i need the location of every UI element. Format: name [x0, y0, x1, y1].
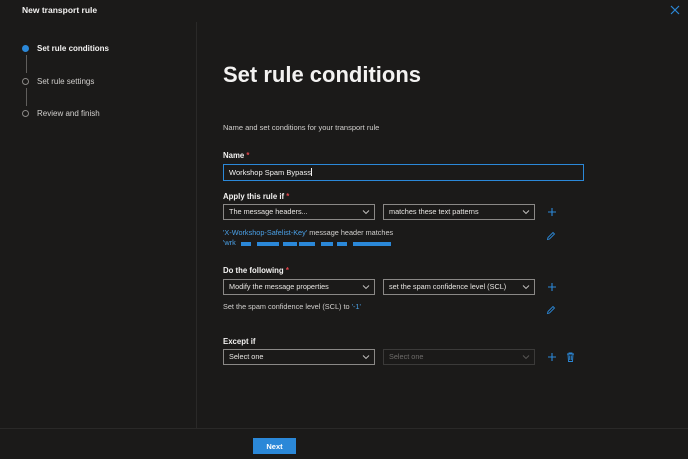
step-label: Review and finish	[37, 109, 100, 118]
condition-description: 'X-Workshop-Safelist-Key' message header…	[223, 228, 394, 237]
chevron-down-icon	[522, 285, 530, 290]
action-detail-value: set the spam confidence level (SCL)	[389, 282, 507, 291]
required-mark: *	[285, 266, 289, 275]
text-cursor	[310, 168, 312, 176]
sidebar-divider	[196, 22, 197, 428]
step-indicator-icon	[22, 78, 29, 85]
condition-select[interactable]: The message headers...	[223, 204, 375, 220]
step-connector	[26, 88, 27, 106]
footer-divider	[0, 428, 688, 429]
window-title: New transport rule	[22, 5, 98, 15]
chevron-down-icon	[362, 285, 370, 290]
action-description: Set the spam confidence level (SCL) to '…	[223, 302, 361, 311]
step-label: Set rule conditions	[37, 44, 110, 53]
header-name-link[interactable]: 'X-Workshop-Safelist-Key'	[223, 228, 307, 237]
chevron-down-icon	[522, 355, 530, 360]
scl-value-link[interactable]: '-1'	[352, 302, 361, 311]
name-label: Name *	[223, 151, 250, 160]
step-label: Set rule settings	[37, 77, 95, 86]
next-button[interactable]: Next	[253, 438, 296, 454]
page-title: Set rule conditions	[223, 62, 422, 87]
trash-icon[interactable]	[566, 352, 575, 362]
exception-select-value: Select one	[229, 352, 264, 361]
edit-condition-icon[interactable]	[546, 231, 556, 241]
exception-detail-select: Select one	[383, 349, 535, 365]
redacted-pattern	[241, 242, 391, 246]
rule-name-input[interactable]: Workshop Spam Bypass	[223, 164, 584, 181]
chevron-down-icon	[522, 210, 530, 215]
add-action-plus-icon[interactable]	[547, 282, 557, 292]
required-mark: *	[246, 151, 250, 160]
action-detail-select[interactable]: set the spam confidence level (SCL)	[383, 279, 535, 295]
do-following-label: Do the following *	[223, 266, 289, 275]
close-icon[interactable]	[668, 3, 682, 17]
condition-operator-select[interactable]: matches these text patterns	[383, 204, 535, 220]
step-indicator-icon	[22, 110, 29, 117]
condition-operator-value: matches these text patterns	[389, 207, 479, 216]
condition-description-line2: 'wrk	[223, 238, 236, 247]
except-if-label: Except if	[223, 337, 256, 346]
action-select[interactable]: Modify the message properties	[223, 279, 375, 295]
required-mark: *	[286, 192, 290, 201]
exception-detail-placeholder: Select one	[389, 352, 424, 361]
step-indicator-icon	[22, 45, 29, 52]
add-condition-plus-icon[interactable]	[547, 207, 557, 217]
rule-name-value: Workshop Spam Bypass	[229, 168, 311, 177]
step-connector	[26, 55, 27, 73]
condition-select-value: The message headers...	[229, 207, 308, 216]
apply-rule-label: Apply this rule if *	[223, 192, 290, 201]
title-bar: New transport rule	[0, 0, 688, 22]
page-subtitle: Name and set conditions for your transpo…	[223, 123, 380, 132]
pattern-value-link[interactable]: 'wrk	[223, 238, 236, 247]
add-exception-plus-icon[interactable]	[547, 352, 557, 362]
chevron-down-icon	[362, 355, 370, 360]
action-select-value: Modify the message properties	[229, 282, 329, 291]
chevron-down-icon	[362, 210, 370, 215]
exception-select[interactable]: Select one	[223, 349, 375, 365]
edit-action-icon[interactable]	[546, 305, 556, 315]
